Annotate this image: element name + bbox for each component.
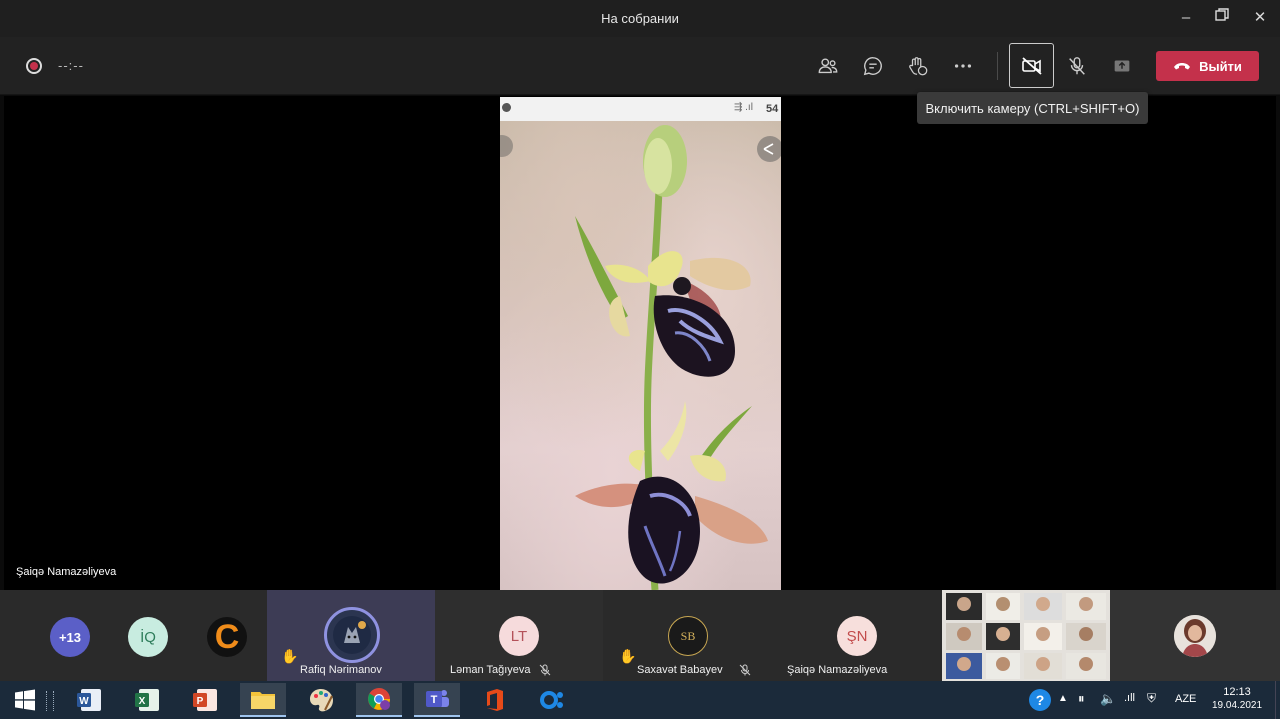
avatar: LT [499,616,539,656]
mic-muted-icon [739,664,751,676]
maximize-icon[interactable] [1212,8,1232,28]
close-icon[interactable]: ✕ [1250,8,1270,28]
raised-hand-icon: ✋ [281,648,299,664]
overflow-participants-button[interactable]: +13 [50,617,90,657]
window-title: На собрании [601,11,679,26]
mic-off-icon [1069,57,1085,75]
svg-text:P: P [197,696,204,707]
taskbar-excel[interactable]: X [124,683,170,717]
taskbar-app[interactable] [530,683,576,717]
participant-name: Rafiq Nərimanov [300,664,382,676]
chat-button[interactable] [858,51,888,81]
participant-name: Şaiqə Namazəliyeva [787,664,888,676]
windows-taskbar: W X P T ? ▲ ⏸ 🔈 .ıll ⛨ AZE 12:13 19.04.2… [0,681,1280,719]
orchid-image [500,125,781,590]
clock[interactable]: 12:13 19.04.2021 [1212,686,1262,711]
meeting-controls: --:-- Выйти [0,37,1280,95]
share-screen-button[interactable] [1107,51,1137,81]
clock-date: 19.04.2021 [1212,700,1263,711]
taskbar-teams[interactable]: T [414,683,460,717]
windows-logo-icon [15,689,35,711]
start-button[interactable] [2,683,48,717]
wolf-avatar-icon [333,616,371,654]
reactions-icon [909,57,928,76]
active-speaker-name: Şaiqə Namazəliyeva [16,566,117,578]
video-thumbnails [942,590,1110,681]
divider [997,52,998,80]
paint-palette-icon [310,689,333,712]
powerpoint-icon: P [193,689,217,711]
camera-tooltip: Включить камеру (CTRL+SHIFT+O) [917,92,1148,124]
avatar [1174,615,1216,657]
recording-indicator-icon [26,58,42,74]
leave-button[interactable]: Выйти [1156,51,1259,81]
taskbar-paint[interactable] [298,683,344,717]
svg-text:T: T [431,694,438,706]
chat-icon [863,57,882,76]
avatar[interactable]: İQ [128,617,168,657]
self-photo-icon [1174,615,1216,657]
phone-status-bar: ⇶ .ıl 54 [500,97,781,121]
camera-off-icon [1021,56,1042,75]
share-tray-icon [1114,60,1130,72]
participant-video-grid[interactable] [942,590,1110,681]
taskbar-chrome[interactable] [356,683,402,717]
participant-name: Ləman Tağıyeva [450,664,531,676]
taskbar-powerpoint[interactable]: P [182,683,228,717]
svg-text:X: X [139,696,146,707]
more-actions-button[interactable] [948,51,978,81]
network-adapter-icon[interactable]: ⏸ [1078,691,1085,707]
folder-icon [251,692,275,709]
teams-icon: T [426,690,449,707]
status-percent: 54 [766,103,779,115]
clock-time: 12:13 [1223,686,1251,698]
avatar [324,607,380,663]
shared-screen: ⇶ .ıl 54 [500,97,781,590]
word-icon: W [77,689,101,711]
title-bar: На собрании – ✕ [0,0,1280,37]
camera-dot-icon [502,103,511,112]
hang-up-icon [1174,63,1191,70]
signal-icon: ⇶ .ıl [734,102,753,113]
participant-name: Saxavət Babayev [637,664,723,676]
meeting-app-icon [540,691,563,709]
taskbar-grip [46,691,54,711]
avatar: SB [668,616,708,656]
avatar: ŞN [837,616,877,656]
more-icon [954,64,972,68]
participants-button[interactable] [813,51,843,81]
meeting-timer: --:-- [58,58,84,73]
taskbar-office[interactable] [472,683,518,717]
excel-icon: X [135,689,159,711]
raised-hand-icon: ✋ [619,648,637,664]
orchid-photo [500,121,781,590]
chrome-icon [368,688,390,710]
security-icon[interactable]: ⛨ [1147,691,1156,706]
show-hidden-icons-icon[interactable]: ▲ [1058,693,1068,704]
taskbar-word[interactable]: W [66,683,112,717]
mic-muted-icon [539,664,551,676]
microphone-toggle-button[interactable] [1062,51,1092,81]
office-icon [487,689,503,711]
taskbar-file-explorer[interactable] [240,683,286,717]
camera-toggle-button[interactable] [1009,43,1054,88]
leave-label: Выйти [1199,58,1242,74]
people-icon [818,58,838,74]
help-icon[interactable]: ? [1029,689,1051,711]
raise-hand-button[interactable] [903,51,933,81]
volume-icon[interactable]: 🔈 [1100,691,1116,707]
avatar[interactable]: C [207,617,247,657]
wifi-icon[interactable]: .ıll [1124,692,1135,704]
show-desktop-button[interactable] [1275,681,1280,719]
minimize-icon[interactable]: – [1176,8,1196,28]
svg-text:W: W [79,696,89,707]
language-indicator[interactable]: AZE [1175,693,1196,705]
